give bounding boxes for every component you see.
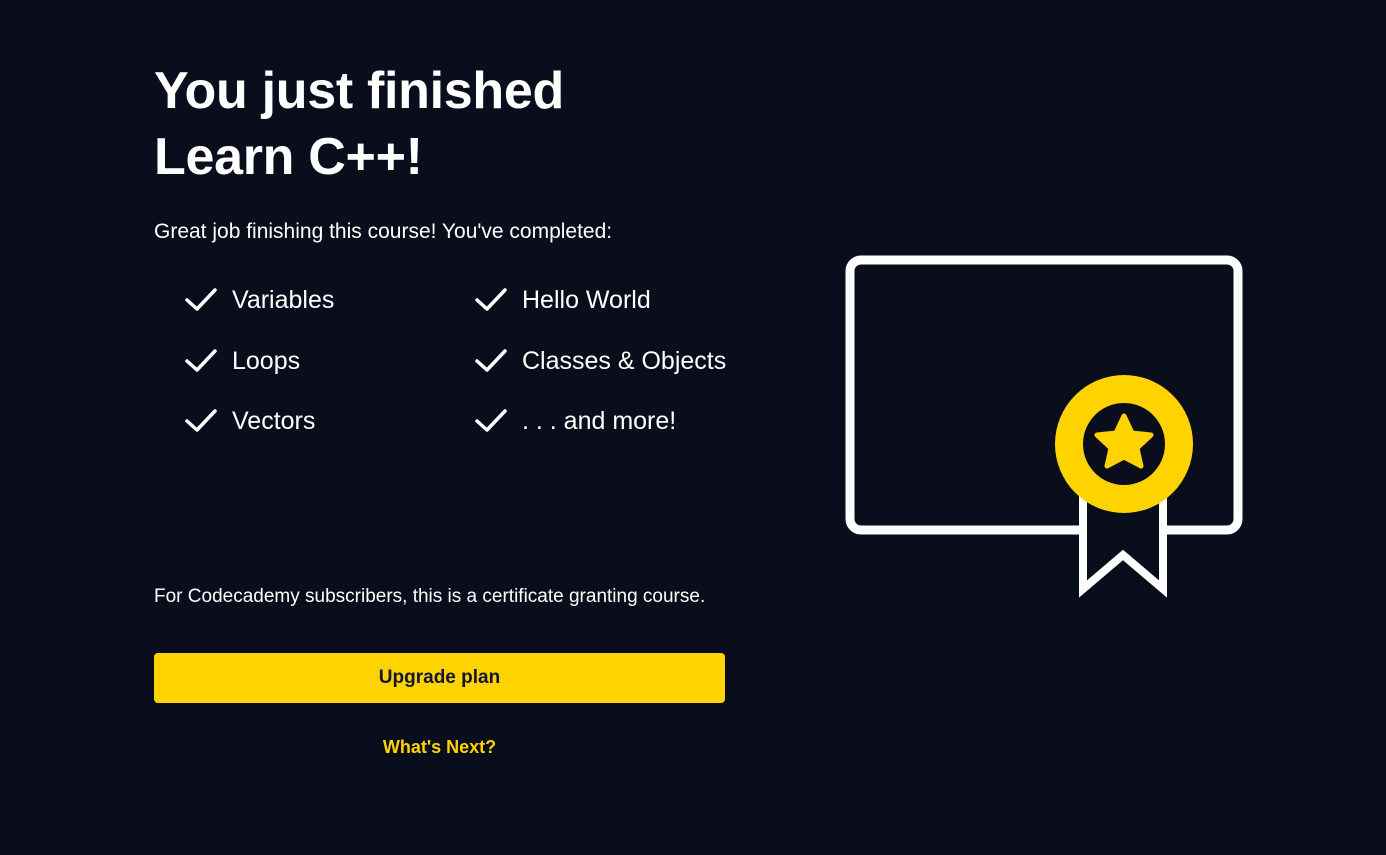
completed-topic-item: Loops [184, 343, 300, 379]
page-title: You just finished Learn C++! [154, 58, 754, 190]
completion-subtitle: Great job finishing this course! You've … [154, 220, 613, 243]
completed-topic-label: Loops [232, 346, 301, 375]
completed-topic-item: . . . and more! [474, 403, 676, 439]
completed-topics-list: Variables Hello World Loops Classes & Ob… [184, 282, 764, 472]
check-icon [185, 349, 217, 372]
completed-topic-item: Vectors [184, 403, 315, 439]
completed-topic-item: Hello World [474, 282, 651, 318]
check-icon [185, 409, 217, 432]
upgrade-plan-button[interactable]: Upgrade plan [154, 653, 725, 703]
certificate-icon [845, 255, 1243, 598]
check-icon [475, 288, 507, 311]
completed-topic-label: Classes & Objects [522, 346, 727, 375]
completed-topic-item: Classes & Objects [474, 343, 726, 379]
completed-topic-label: Hello World [522, 285, 651, 314]
completed-topic-label: Variables [232, 285, 335, 314]
whats-next-link[interactable]: What's Next? [154, 735, 725, 759]
completed-topic-label: Vectors [232, 406, 316, 435]
check-icon [475, 409, 507, 432]
completed-topic-label: . . . and more! [522, 406, 677, 435]
completed-topic-item: Variables [184, 282, 334, 318]
completion-summary: You just finished Learn C++! Great job f… [154, 58, 754, 435]
page-title-line-2: Learn C++! [154, 128, 423, 186]
page-title-line-1: You just finished [154, 62, 564, 120]
course-complete-page: You just finished Learn C++! Great job f… [0, 0, 1386, 855]
check-icon [185, 288, 217, 311]
check-icon [475, 349, 507, 372]
certificate-note: For Codecademy subscribers, this is a ce… [154, 586, 706, 607]
